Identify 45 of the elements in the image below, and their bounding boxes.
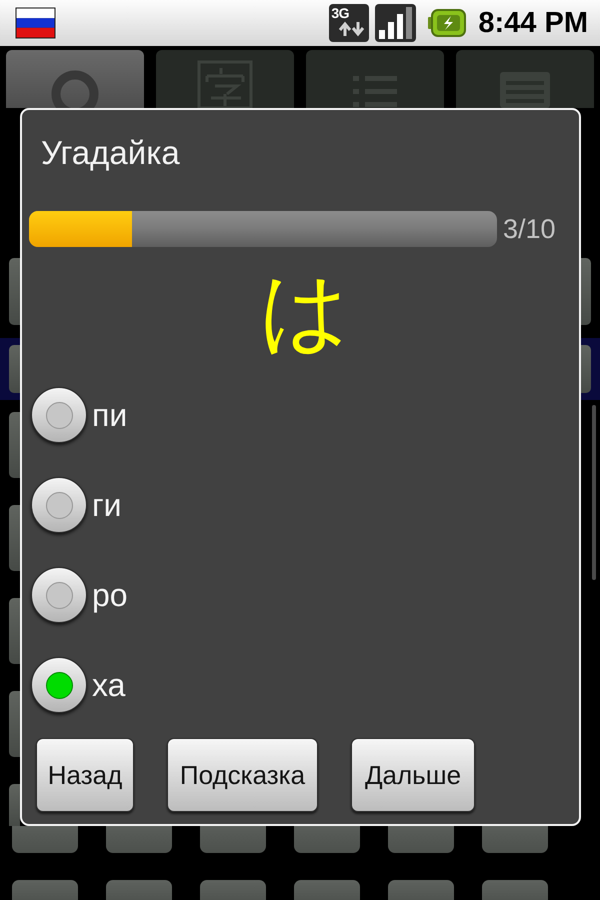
key-tile: [12, 826, 78, 853]
key-tile: [581, 345, 591, 393]
radio-button[interactable]: [31, 477, 87, 533]
key-tile: [9, 784, 20, 826]
option-label[interactable]: ха: [92, 669, 126, 701]
key-tile: [9, 505, 20, 571]
next-button[interactable]: Дальше: [351, 738, 475, 812]
key-tile: [9, 691, 20, 757]
option-label[interactable]: пи: [92, 399, 128, 431]
key-tile: [482, 826, 548, 853]
hint-button[interactable]: Подсказка: [167, 738, 318, 812]
network-type-label: 3G: [331, 6, 350, 21]
back-button[interactable]: Назад: [36, 738, 134, 812]
status-time: 8:44 PM: [478, 8, 588, 38]
signal-icon: [375, 4, 416, 42]
key-tile: [294, 880, 360, 900]
key-tile: [106, 826, 172, 853]
radio-button[interactable]: [31, 387, 87, 443]
hiragana-character: は: [260, 261, 350, 361]
key-tile: [294, 826, 360, 853]
key-tile: [482, 880, 548, 900]
tab[interactable]: [6, 50, 144, 108]
key-tile: [106, 880, 172, 900]
key-tile: [9, 258, 20, 325]
radio-button[interactable]: [31, 657, 87, 713]
key-tile: [9, 412, 20, 478]
tab[interactable]: [456, 50, 594, 108]
battery-charging-icon: [428, 9, 466, 37]
key-tile: [12, 880, 78, 900]
key-tile: [200, 826, 266, 853]
key-tile: [581, 258, 591, 325]
dialog-title: Угадайка: [41, 136, 181, 170]
tab[interactable]: [306, 50, 444, 108]
key-tile: [388, 826, 454, 853]
progress-reading: 3/10: [503, 216, 556, 242]
key-tile: [388, 880, 454, 900]
scrollbar[interactable]: [592, 405, 596, 580]
option-label[interactable]: ги: [92, 489, 122, 521]
flag-icon: [15, 7, 56, 39]
key-tile: [9, 345, 20, 393]
key-tile: [9, 598, 20, 664]
key-tile: [200, 880, 266, 900]
tab[interactable]: [156, 50, 294, 108]
option-label[interactable]: ро: [92, 579, 128, 611]
radio-button[interactable]: [31, 567, 87, 623]
